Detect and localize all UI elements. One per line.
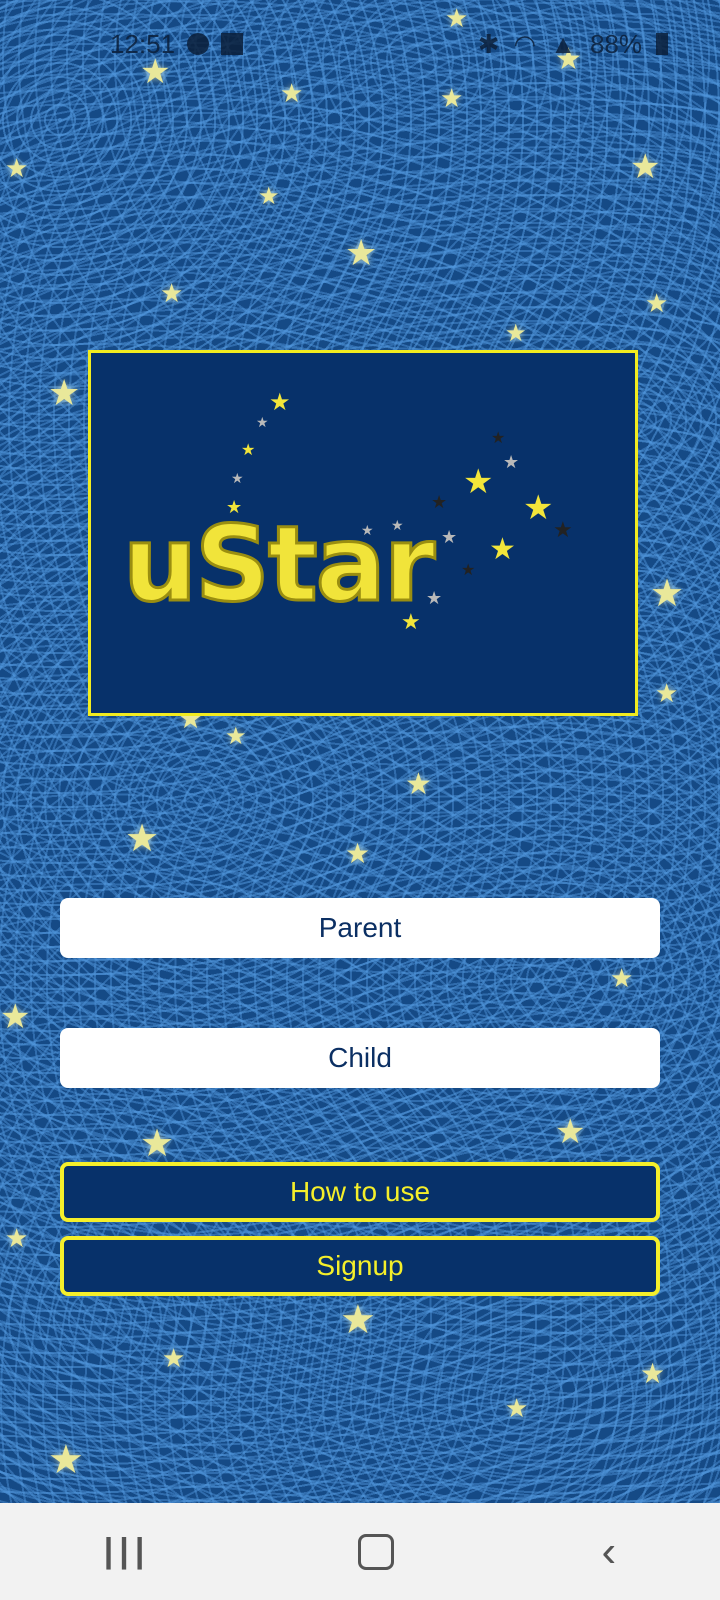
star-icon: ★: [162, 1343, 186, 1373]
trail-star-icon: ★: [461, 562, 476, 579]
system-navigation-bar: ||| ‹: [0, 1503, 720, 1600]
star-icon: ★: [505, 1393, 529, 1423]
trail-star-icon: ★: [269, 389, 291, 416]
star-icon: ★: [630, 148, 661, 186]
star-icon: ★: [125, 818, 160, 860]
trail-star-icon: ★: [441, 527, 458, 547]
star-icon: ★: [5, 153, 29, 183]
trail-star-icon: ★: [256, 414, 269, 430]
star-icon: ★: [650, 573, 685, 615]
star-icon: ★: [345, 838, 371, 869]
logo-wordmark: uStar: [121, 502, 436, 627]
star-icon: ★: [48, 372, 81, 413]
star-icon: ★: [0, 998, 31, 1036]
trail-star-icon: ★: [463, 463, 494, 501]
child-button[interactable]: Child: [60, 1028, 660, 1088]
trail-star-icon: ★: [523, 489, 554, 527]
trail-star-icon: ★: [241, 442, 256, 459]
signal-icon: ▲: [550, 28, 576, 59]
trail-star-icon: ★: [231, 470, 244, 486]
star-icon: ★: [258, 183, 280, 210]
star-icon: ★: [140, 1123, 175, 1165]
trail-star-icon: ★: [553, 517, 573, 542]
trail-star-icon: ★: [491, 430, 506, 447]
trail-star-icon: ★: [503, 452, 520, 472]
battery-icon: [656, 33, 668, 55]
how-to-use-button[interactable]: How to use: [60, 1162, 660, 1222]
star-icon: ★: [505, 320, 527, 347]
notification-icon: [187, 33, 210, 55]
star-icon: ★: [405, 768, 432, 801]
parent-button[interactable]: Parent: [60, 898, 660, 958]
star-icon: ★: [440, 83, 464, 113]
star-icon: ★: [5, 1223, 29, 1253]
star-icon: ★: [655, 678, 679, 708]
status-bar: 12:51 ✱ ◠ ▲ 88%: [0, 0, 720, 88]
star-icon: ★: [610, 963, 634, 993]
star-icon: ★: [345, 232, 378, 273]
app-logo: ★ ★ ★ ★ ★ ★ ★ ★ ★ ★ ★ ★ ★ ★ ★ ★ ★ ★ uSta…: [88, 350, 638, 716]
wifi-icon: ◠: [513, 28, 537, 59]
bluetooth-icon: ✱: [477, 28, 500, 59]
star-icon: ★: [555, 1113, 586, 1151]
recents-button[interactable]: |||: [104, 1532, 151, 1571]
back-button[interactable]: ‹: [602, 1527, 617, 1577]
gallery-icon: [221, 33, 244, 55]
signup-button[interactable]: Signup: [60, 1236, 660, 1296]
home-button[interactable]: [357, 1533, 394, 1570]
star-icon: ★: [160, 278, 184, 308]
star-icon: ★: [645, 288, 669, 318]
trail-star-icon: ★: [431, 492, 448, 512]
star-icon: ★: [640, 1358, 666, 1389]
star-icon: ★: [225, 723, 247, 750]
star-icon: ★: [340, 1298, 376, 1342]
star-icon: ★: [48, 1438, 84, 1482]
battery-level: 88%: [589, 28, 642, 59]
trail-star-icon: ★: [489, 533, 516, 566]
status-time: 12:51: [110, 28, 176, 59]
